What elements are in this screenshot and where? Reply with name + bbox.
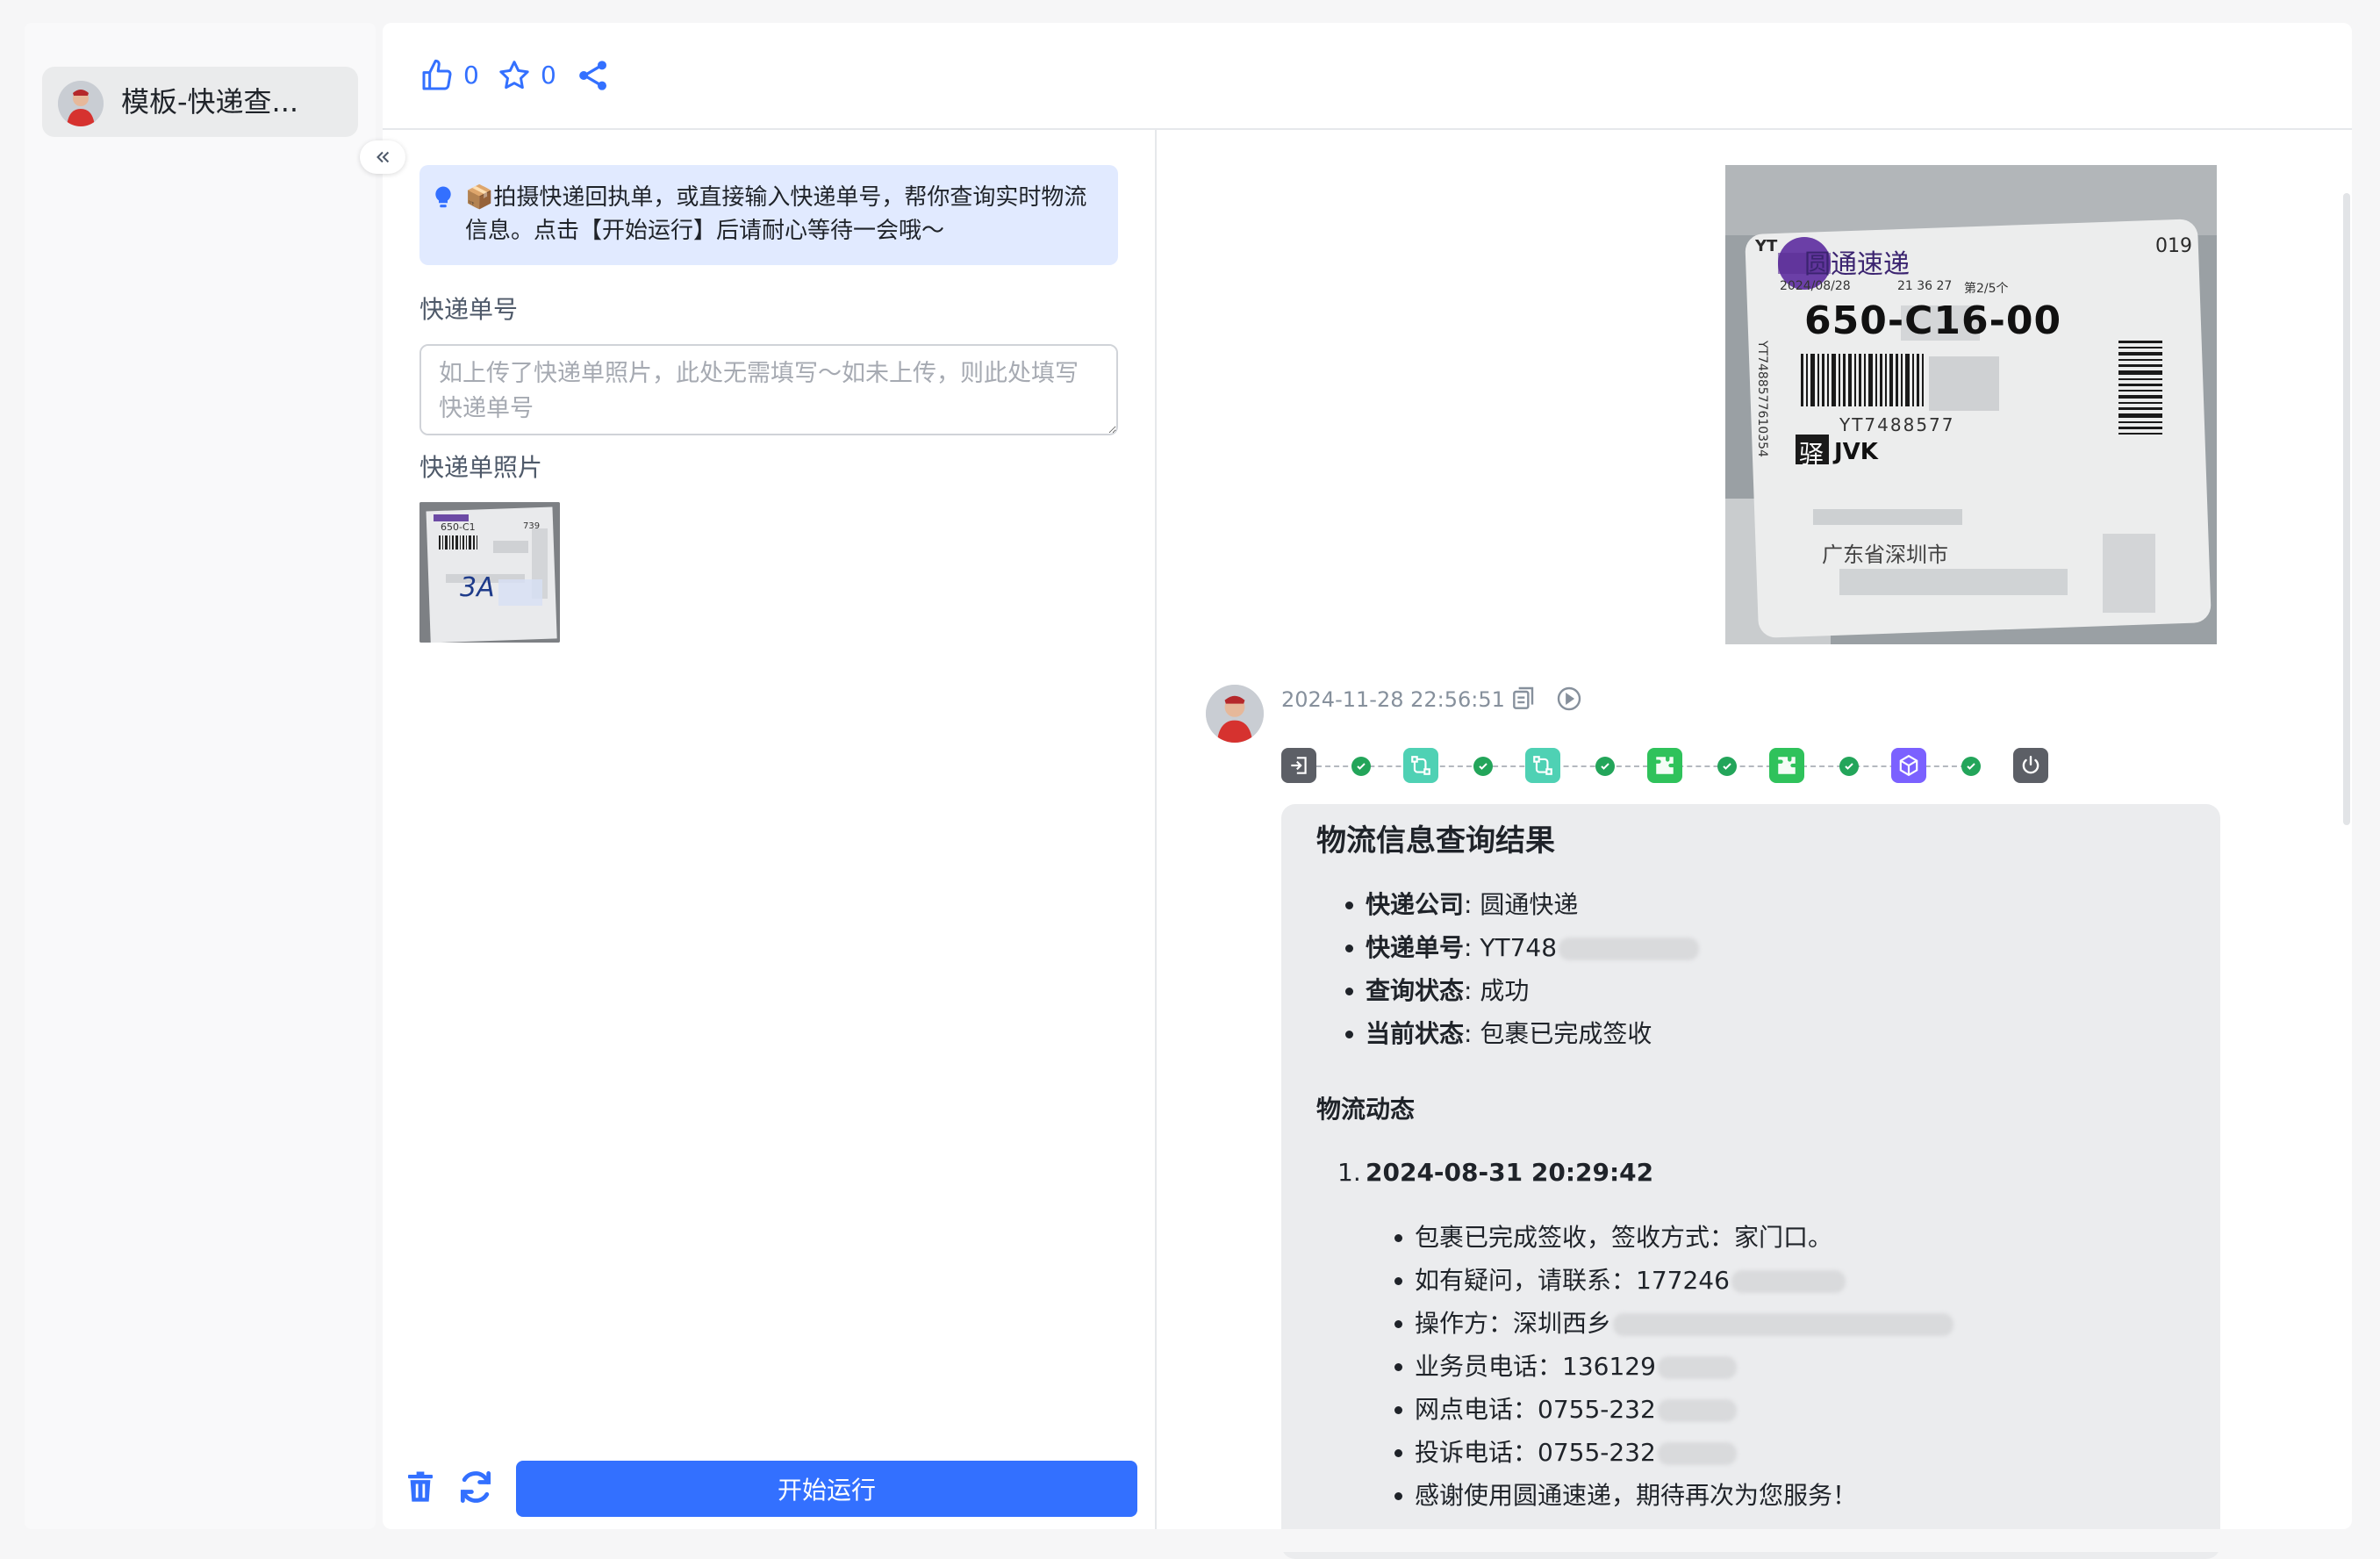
event-line: 包裹已完成签收，签收方式：家门口。 [1415,1223,1833,1252]
photo-address: 广东省深圳市 [1822,542,1948,567]
bullet [1345,945,1353,952]
sidebar-item-label: 模板-快递查... [121,85,299,119]
bullet [1345,988,1353,995]
panel-divider [1155,130,1157,1529]
event-line: 网点电话：0755-232 [1415,1394,1737,1426]
plugin-node-icon[interactable] [1647,748,1682,783]
event-index: 1. [1337,1158,1361,1187]
event-time: 2024-08-31 20:29:42 [1366,1158,1654,1187]
summary-item: 当前状态: 包裹已完成签收 [1366,1019,1652,1048]
collapse-sidebar-button[interactable] [360,140,405,174]
thumb-up-icon[interactable] [419,58,455,93]
plugin-node-icon[interactable] [1769,748,1804,783]
receipt-photo-label: 快递单照片 [419,453,543,482]
start-node-icon[interactable] [1281,748,1316,783]
copy-icon[interactable] [1509,685,1538,713]
event-line: 投诉电话：0755-232 [1415,1437,1737,1469]
end-node-icon[interactable] [2013,748,2048,783]
photo-time: 21 36 27 [1897,279,1953,293]
summary-item: 查询状态: 成功 [1366,976,1530,1005]
bullet [1394,1234,1402,1242]
page-bottom-margin [0,1529,2380,1552]
bullet [1345,1031,1353,1038]
event-line: 如有疑问，请联系：177246 [1415,1265,1846,1297]
bullet [1394,1449,1402,1457]
llm-node-icon[interactable] [1891,748,1926,783]
step-success-icon [1961,757,1981,776]
event-line: 业务员电话：136129 [1415,1351,1737,1383]
tracking-number-input[interactable] [419,344,1118,435]
start-run-button[interactable]: 开始运行 [516,1461,1137,1517]
toolbar [383,23,2352,130]
uploaded-receipt-photo: YT 圆通速递 019 2024/08/28 21 36 27 第2/5个 65… [1725,165,2217,644]
photo-brand-prefix: YT [1755,237,1778,255]
double-chevron-left-icon [376,151,390,163]
dynamics-title: 物流动态 [1316,1095,1416,1124]
bullet [1394,1363,1402,1371]
sidebar [25,23,376,1529]
photo-brand: 圆通速递 [1804,249,1910,280]
branch-node-icon[interactable] [1525,748,1560,783]
receipt-photo-thumbnail[interactable]: 650-C1 739 3A [419,502,560,643]
photo-code: 650-C16-00 [1804,298,2062,343]
bullet [1394,1320,1402,1328]
thumbnail-handwriting: 3A [460,572,495,603]
event-line: 感谢使用圆通速递，期待再次为您服务！ [1415,1481,1858,1510]
summary-item: 快递单号: YT748 [1366,932,1700,964]
play-circle-icon[interactable] [1555,685,1583,713]
tip-text: 📦拍摄快递回执单，或直接输入快递单号，帮你查询实时物流信息。点击【开始运行】后请… [465,184,1087,244]
bullet [1394,1492,1402,1500]
lightbulb-icon [430,184,456,211]
photo-barcode-text: YT7488577 [1839,414,1955,435]
trash-icon[interactable] [402,1468,439,1506]
star-icon[interactable] [497,58,532,93]
avatar [58,81,104,126]
step-success-icon [1839,757,1859,776]
photo-station-code: JVK [1834,439,1878,465]
photo-side-text: YT7488577610354 [1755,341,1769,457]
event-line: 操作方：深圳西乡 [1415,1308,1954,1340]
bullet [1394,1277,1402,1285]
bullet [1345,902,1353,909]
tracking-number-label: 快递单号 [419,295,519,324]
bot-avatar [1206,685,1264,743]
step-success-icon [1595,757,1615,776]
photo-small-num: 019 [2155,235,2192,257]
photo-page: 第2/5个 [1964,282,2009,296]
refresh-icon[interactable] [456,1468,495,1506]
step-success-icon [1473,757,1493,776]
share-icon[interactable] [576,58,611,93]
result-title: 物流信息查询结果 [1316,823,1555,859]
step-success-icon [1717,757,1737,776]
step-success-icon [1351,757,1371,776]
photo-station-tag: 驿 [1799,440,1824,469]
branch-node-icon[interactable] [1403,748,1438,783]
thumbnail-num: 739 [523,521,541,531]
message-timestamp: 2024-11-28 22:56:51 [1281,687,1505,712]
bullet [1394,1406,1402,1414]
chat-scrollbar[interactable] [2343,193,2350,825]
like-count: 0 [463,61,479,90]
photo-date: 2024/08/28 [1780,279,1851,293]
thumbnail-code: 650-C1 [441,521,476,533]
workflow-status [1281,748,2054,788]
summary-item: 快递公司: 圆通快递 [1366,890,1579,919]
star-count: 0 [541,61,556,90]
